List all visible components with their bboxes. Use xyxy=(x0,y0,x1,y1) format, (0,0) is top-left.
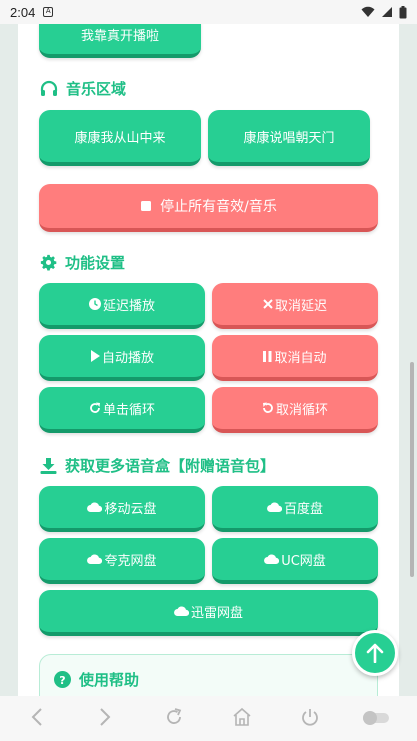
headphones-icon xyxy=(40,80,58,97)
settings-section-title: 功能设置 xyxy=(40,252,125,273)
single-loop-label: 单击循环 xyxy=(102,402,155,418)
battery-icon xyxy=(399,5,407,18)
settings-title-text: 功能设置 xyxy=(65,254,126,272)
delay-play-button[interactable]: 延迟播放 xyxy=(39,283,205,329)
music-button-label: 康康说唱朝天门 xyxy=(243,130,335,146)
cloud-icon xyxy=(264,554,280,564)
close-icon xyxy=(263,299,273,309)
home-icon[interactable] xyxy=(232,707,252,727)
cloud-icon xyxy=(87,554,103,564)
auto-play-button[interactable]: 自动播放 xyxy=(39,335,205,381)
download-button-yidong[interactable]: 移动云盘 xyxy=(39,486,205,532)
undo-icon xyxy=(262,402,274,414)
cancel-delay-label: 取消延迟 xyxy=(274,298,327,314)
stop-icon xyxy=(140,200,152,212)
cloud-icon xyxy=(87,502,103,512)
cancel-loop-button[interactable]: 取消循环 xyxy=(212,387,378,433)
play-icon xyxy=(90,350,100,362)
status-bar: 2:04 A xyxy=(0,0,417,24)
status-time: 2:04 xyxy=(10,4,36,20)
download-button-label: 百度盘 xyxy=(283,501,323,517)
download-button-label: 夸克网盘 xyxy=(104,553,157,569)
notification-icon: A xyxy=(43,7,54,17)
download-button-baidu[interactable]: 百度盘 xyxy=(212,486,378,532)
download-button-label: UC网盘 xyxy=(281,553,326,569)
music-button-1[interactable]: 康康我从山中来 xyxy=(39,110,201,166)
pause-icon xyxy=(263,350,272,362)
music-title-text: 音乐区域 xyxy=(66,80,127,98)
cancel-loop-label: 取消循环 xyxy=(275,402,328,418)
cloud-icon xyxy=(267,502,282,512)
signal-icon xyxy=(382,7,392,17)
download-section-title: 获取更多语音盒【附赠语音包】 xyxy=(40,455,275,476)
question-circle-icon: ? xyxy=(54,671,71,688)
browser-nav-bar xyxy=(0,696,417,741)
delay-play-label: 延迟播放 xyxy=(102,298,155,314)
gear-icon xyxy=(40,254,57,271)
toggle-switch-icon[interactable] xyxy=(360,709,392,727)
download-icon xyxy=(40,457,57,474)
forward-icon[interactable] xyxy=(98,707,112,727)
download-button-label: 移动云盘 xyxy=(104,501,157,517)
music-button-2[interactable]: 康康说唱朝天门 xyxy=(208,110,370,166)
clock-icon xyxy=(88,298,101,310)
status-icons xyxy=(361,5,407,19)
help-title-text: 使用帮助 xyxy=(79,671,140,689)
auto-play-label: 自动播放 xyxy=(101,350,154,366)
cancel-auto-label: 取消自动 xyxy=(274,350,327,366)
cancel-auto-button[interactable]: 取消自动 xyxy=(212,335,378,381)
sound-button-kaibo[interactable]: 我靠真开播啦 xyxy=(39,24,201,58)
cloud-icon xyxy=(174,606,189,616)
download-button-kuake[interactable]: 夸克网盘 xyxy=(39,538,205,584)
wifi-icon xyxy=(361,6,375,17)
download-title-text: 获取更多语音盒【附赠语音包】 xyxy=(65,457,276,475)
stop-all-button[interactable]: 停止所有音效/音乐 xyxy=(39,184,378,232)
svg-text:?: ? xyxy=(59,674,65,687)
download-button-xunlei[interactable]: 迅雷网盘 xyxy=(39,590,378,636)
single-loop-button[interactable]: 单击循环 xyxy=(39,387,205,433)
sound-button-label: 我靠真开播啦 xyxy=(80,28,159,44)
refresh-icon[interactable] xyxy=(164,707,184,727)
help-title: ? 使用帮助 xyxy=(54,669,139,690)
download-button-uc[interactable]: UC网盘 xyxy=(212,538,378,584)
stop-all-label: 停止所有音效/音乐 xyxy=(160,199,277,215)
scrollbar[interactable] xyxy=(410,362,414,577)
music-button-label: 康康我从山中来 xyxy=(74,130,166,146)
help-box: ? 使用帮助 xyxy=(39,654,378,696)
music-section-title: 音乐区域 xyxy=(40,78,126,99)
back-icon[interactable] xyxy=(30,707,44,727)
scroll-to-top-button[interactable] xyxy=(352,630,398,676)
power-icon[interactable] xyxy=(300,707,320,727)
download-button-label: 迅雷网盘 xyxy=(190,605,243,621)
cancel-delay-button[interactable]: 取消延迟 xyxy=(212,283,378,329)
redo-icon xyxy=(89,402,101,414)
arrow-up-icon xyxy=(366,643,384,663)
main-card: 我靠真开播啦 音乐区域 康康我从山中来 康康说唱朝天门 停止所有音效/音乐 功能… xyxy=(18,24,399,696)
